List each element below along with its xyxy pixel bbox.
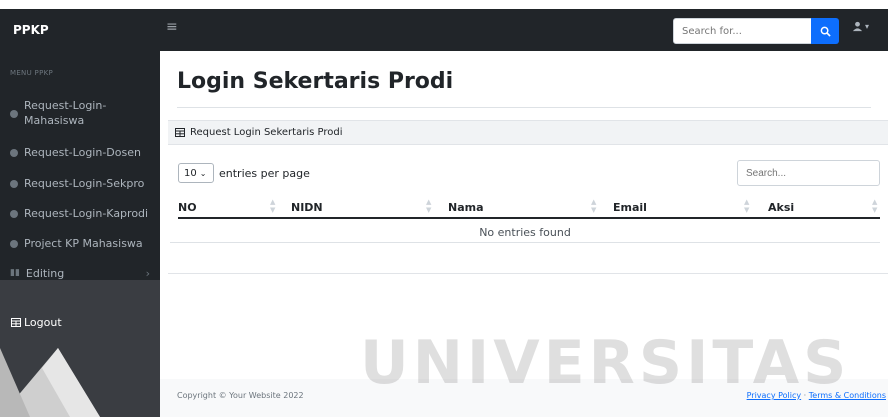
brand-logo-text[interactable]: PPKP [13,23,49,37]
entries-per-page: 10 ⌄ entries per page [178,163,310,183]
sort-icon[interactable]: ▲ ▼ [744,198,749,214]
watermark-text: UNIVERSITAS [360,328,851,398]
sidebar-toggle-icon[interactable]: ≡ [166,19,178,35]
table-icon [175,128,185,137]
sidebar-item-request-login-sekpro[interactable]: Request-Login-Sekpro [10,177,144,190]
logout-label: Logout [24,316,62,329]
chevron-down-icon: ⌄ [199,168,207,178]
sidebar-item-label: Request-Login-Dosen [24,146,141,159]
navbar-search-input[interactable] [673,18,813,44]
table-header-row: NO ▲ ▼ NIDN ▲ ▼ Nama ▲ ▼ Email ▲ ▼ Aksi ▲ ▼ [178,195,880,219]
search-icon [820,26,831,37]
sidebar-item-request-login-dosen[interactable]: Request-Login-Dosen [10,146,141,159]
sidebar-item-label: Project KP Mahasiswa [24,237,143,250]
circle-icon [10,180,18,188]
sidebar-item-label: Request-Login-Mahasiswa [24,99,107,127]
sidebar-item-request-login-kaprodi[interactable]: Request-Login-Kaprodi [10,207,148,220]
copyright-text: Copyright © Your Website 2022 [177,391,304,400]
logout-link[interactable]: Logout [11,316,62,329]
sort-icon[interactable]: ▲ ▼ [591,198,596,214]
column-header-aksi[interactable]: Aksi [768,201,794,214]
column-header-email[interactable]: Email [613,201,647,214]
divider [177,107,871,108]
column-header-nama[interactable]: Nama [448,201,484,214]
sidebar-item-label: Request-Login-Kaprodi [24,207,149,220]
user-dropdown[interactable]: ▾ [852,21,869,32]
circle-icon [10,149,18,157]
sidebar-heading: MENU PPKP [10,69,54,77]
sort-icon[interactable]: ▲ ▼ [270,198,275,214]
table-icon [11,318,21,327]
navbar-search-button[interactable] [811,18,839,44]
table-search-input[interactable] [737,160,880,186]
sort-icon[interactable]: ▲ ▼ [426,198,431,214]
circle-icon [10,110,18,118]
sidebar-item-editing[interactable]: ▮▮ Editing [10,267,150,280]
chevron-down-icon: ▾ [865,22,870,31]
sidebar-item-label: Editing [25,267,65,280]
university-logo-watermark [0,348,100,417]
card-title: Request Login Sekertaris Prodi [190,127,343,138]
sidebar-item-project-kp-mahasiswa[interactable]: Project KP Mahasiswa [10,237,143,250]
table-empty-row: No entries found [170,221,880,243]
sidebar-item-request-login-mahasiswa[interactable]: Request-Login-Mahasiswa [10,98,140,128]
column-header-no[interactable]: NO [178,201,197,214]
card-bottom-border [168,273,888,274]
top-navbar: PPKP ≡ ▾ [0,0,888,51]
sort-icon[interactable]: ▲ ▼ [872,198,877,214]
sidebar-item-label: Request-Login-Sekpro [24,177,145,190]
user-icon [852,21,863,32]
circle-icon [10,240,18,248]
entries-label: entries per page [219,166,310,180]
page-title: Login Sekertaris Prodi [177,69,454,94]
columns-icon: ▮▮ [10,268,20,278]
entries-value: 10 [184,167,197,179]
circle-icon [10,210,18,218]
chevron-right-icon: › [145,267,150,280]
card-header: Request Login Sekertaris Prodi [168,120,888,145]
entries-select[interactable]: 10 ⌄ [178,163,214,183]
column-header-nidn[interactable]: NIDN [291,201,323,214]
